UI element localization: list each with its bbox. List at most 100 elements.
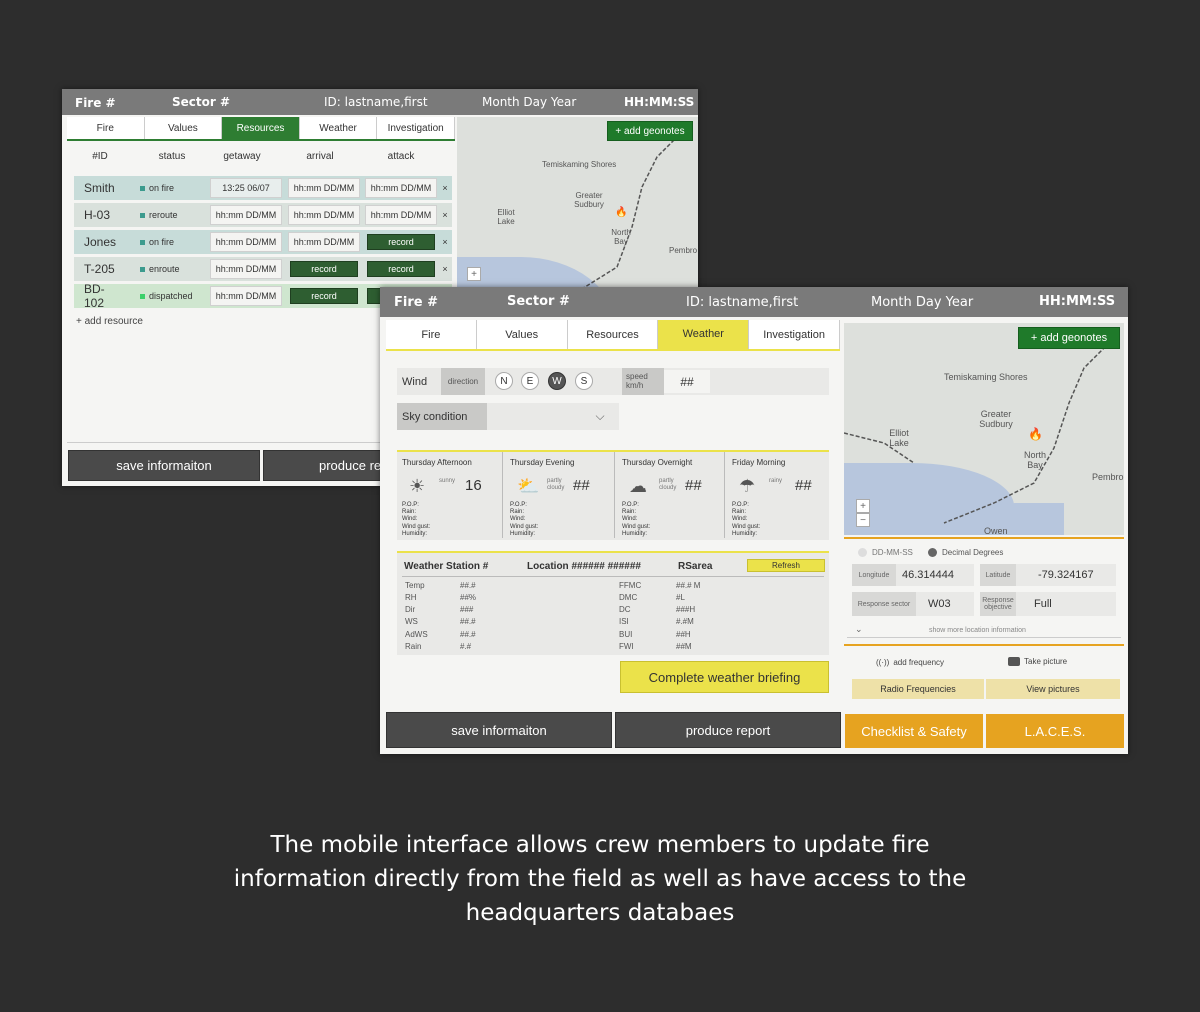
forecast-condition: sunny [439, 478, 456, 484]
forecast-temp: ## [795, 477, 812, 494]
tab-investigation[interactable]: Investigation [749, 320, 840, 349]
show-more-bar[interactable]: ⌄ show more location information [847, 624, 1121, 638]
direction-s-button[interactable]: S [575, 372, 593, 390]
remove-row-button[interactable]: × [440, 203, 450, 227]
wind-label: Wind [402, 375, 428, 388]
table-row[interactable]: Smith on fire 13:25 06/07 hh:mm DD/MM hh… [74, 176, 452, 200]
view-pictures-button[interactable]: View pictures [986, 679, 1120, 699]
station-value: ### [460, 605, 474, 614]
radio-frequencies-button[interactable]: Radio Frequencies [852, 679, 984, 699]
add-frequency-label: add frequency [893, 658, 945, 667]
sun-icon: ☀ [409, 476, 426, 496]
record-arrival-button[interactable]: record [290, 288, 358, 304]
getaway-time[interactable]: hh:mm DD/MM [210, 259, 282, 279]
resource-id: H-03 [84, 208, 111, 222]
remove-row-button[interactable]: × [440, 230, 450, 254]
save-button[interactable]: save informaiton [68, 450, 260, 481]
attack-time[interactable]: hh:mm DD/MM [365, 178, 437, 198]
checklist-safety-button[interactable]: Checklist & Safety [845, 714, 983, 748]
response-sector-field[interactable]: Response sector W03 [852, 592, 974, 616]
getaway-time[interactable]: hh:mm DD/MM [210, 232, 282, 252]
direction-w-button[interactable]: W [548, 372, 566, 390]
tab-fire[interactable]: Fire [386, 320, 477, 349]
map[interactable]: Temiskaming Shores Greater Sudbury Ellio… [844, 323, 1124, 535]
tab-label: Weather [682, 328, 724, 340]
station-value: ##.# [460, 617, 476, 626]
tab-label: Resources [236, 123, 285, 134]
caption-line: information directly from the field as w… [233, 866, 967, 892]
forecast-stats: P.O.P: Rain: Wind: Wind gust: Humidity: [622, 502, 651, 537]
refresh-button[interactable]: Refresh [747, 559, 825, 572]
complete-weather-briefing-button[interactable]: Complete weather briefing [620, 661, 829, 693]
tab-fire[interactable]: Fire [67, 117, 145, 139]
record-attack-button[interactable]: record [367, 261, 435, 277]
tab-resources[interactable]: Resources [222, 117, 300, 139]
tab-bar: Fire Values Resources Weather Investigat… [67, 117, 455, 141]
sector-number: Sector # [507, 294, 570, 309]
forecast-temp: ## [573, 477, 590, 494]
table-row[interactable]: H-03 reroute hh:mm DD/MM hh:mm DD/MM hh:… [74, 203, 452, 227]
station-key: DMC [619, 593, 638, 602]
date: Month Day Year [871, 295, 974, 310]
location-panel: DD-MM-SS Decimal Degrees Longitude 46.31… [844, 537, 1124, 641]
zoom-in-button[interactable]: + [856, 499, 870, 513]
tab-label: Values [505, 329, 539, 341]
table-row[interactable]: T-205 enroute hh:mm DD/MM record record … [74, 257, 452, 281]
fire-number: Fire # [394, 295, 438, 310]
speed-input[interactable]: ## [664, 370, 710, 393]
station-key: Dir [405, 605, 416, 614]
tab-values[interactable]: Values [476, 320, 568, 349]
sky-condition-select[interactable]: Sky condition ⌵ [397, 403, 619, 430]
response-objective-field[interactable]: Response objective Full [980, 592, 1116, 616]
record-attack-button[interactable]: record [367, 234, 435, 250]
direction-e-button[interactable]: E [521, 372, 539, 390]
cloud-icon: ☁ [629, 476, 647, 496]
tab-investigation[interactable]: Investigation [377, 117, 455, 139]
coord-option-decimal[interactable]: Decimal Degrees [928, 548, 1003, 558]
arrival-time[interactable]: hh:mm DD/MM [288, 232, 360, 252]
record-arrival-button[interactable]: record [290, 261, 358, 277]
response-sector-label: Response sector [852, 592, 916, 616]
latitude-field[interactable]: Latitude -79.324167 [980, 564, 1116, 586]
longitude-field[interactable]: Longitude 46.314444 [852, 564, 974, 586]
tab-resources[interactable]: Resources [567, 320, 659, 349]
zoom-in-button[interactable]: + [467, 267, 481, 281]
coord-option-dms[interactable]: DD-MM-SS [858, 548, 913, 558]
getaway-time[interactable]: 13:25 06/07 [210, 178, 282, 198]
save-button[interactable]: save informaiton [386, 712, 612, 748]
status-dot [140, 266, 145, 272]
arrival-time[interactable]: hh:mm DD/MM [288, 178, 360, 198]
time: HH:MM:SS [1039, 294, 1116, 309]
station-key: FWI [619, 642, 634, 651]
tab-weather[interactable]: Weather [299, 117, 378, 139]
status-text: on fire [149, 237, 175, 247]
forecast-condition: partly cloudy [659, 478, 677, 491]
getaway-time[interactable]: hh:mm DD/MM [210, 205, 282, 225]
attack-time[interactable]: hh:mm DD/MM [365, 205, 437, 225]
station-key: DC [619, 605, 631, 614]
laces-button[interactable]: L.A.C.E.S. [986, 714, 1124, 748]
rain-icon: ☂ [739, 476, 756, 496]
status-text: reroute [149, 210, 178, 220]
table-row[interactable]: Jones on fire hh:mm DD/MM hh:mm DD/MM re… [74, 230, 452, 254]
add-geonotes-button[interactable]: + add geonotes [1018, 327, 1120, 349]
direction-n-button[interactable]: N [495, 372, 513, 390]
tab-weather[interactable]: Weather [658, 320, 750, 349]
response-sector-value: W03 [928, 598, 951, 610]
remove-row-button[interactable]: × [440, 257, 450, 281]
tab-values[interactable]: Values [144, 117, 223, 139]
zoom-out-button[interactable]: − [856, 513, 870, 527]
remove-row-button[interactable]: × [440, 176, 450, 200]
add-frequency-button[interactable]: ((·)) add frequency [876, 658, 944, 668]
forecast-condition: rainy [769, 478, 783, 484]
arrival-time[interactable]: hh:mm DD/MM [288, 205, 360, 225]
produce-report-button[interactable]: produce report [615, 712, 841, 748]
radio-unselected-icon [858, 548, 867, 558]
add-resource-button[interactable]: + add resource [76, 313, 176, 329]
station-key: FFMC [619, 581, 642, 590]
take-picture-button[interactable]: Take picture [1008, 657, 1067, 667]
add-geonotes-button[interactable]: + add geonotes [607, 121, 693, 141]
station-label: Weather Station # [404, 560, 489, 572]
getaway-time[interactable]: hh:mm DD/MM [210, 286, 282, 306]
user-id: ID: lastname,first [686, 295, 799, 310]
